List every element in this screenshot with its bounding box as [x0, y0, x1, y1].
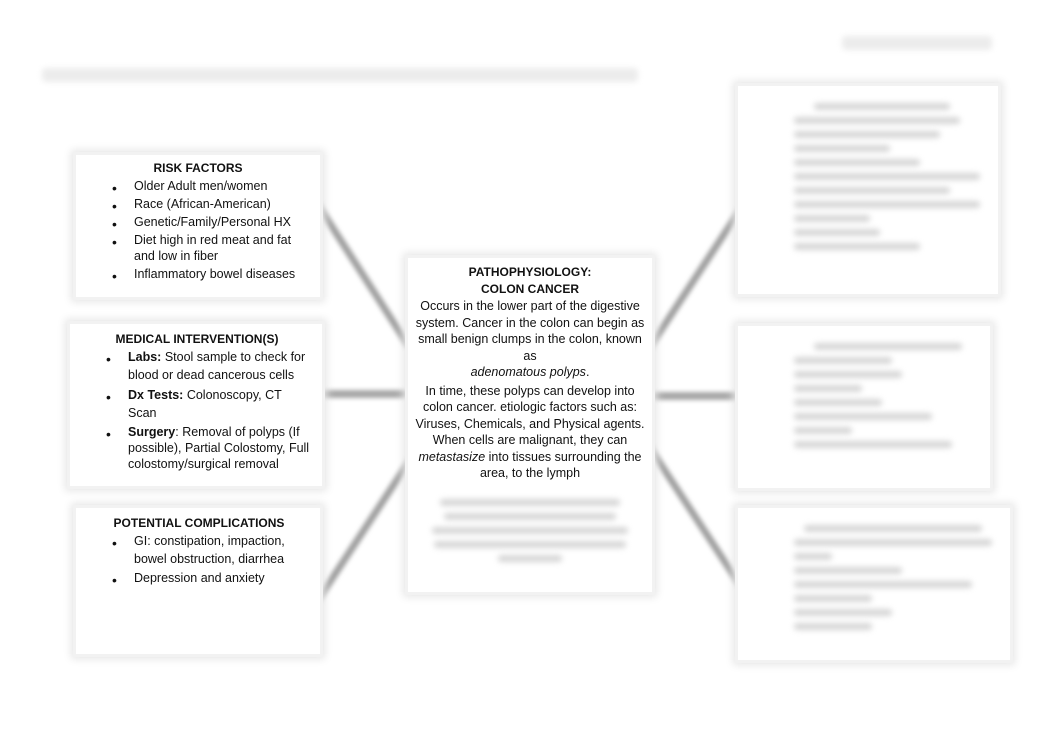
list-item: • Dx Tests: Colonoscopy, CT Scan [106, 388, 282, 420]
bullet-icon: • [106, 351, 111, 367]
risk-factors-title: RISK FACTORS [153, 161, 243, 175]
right-box-middle [738, 326, 990, 488]
pathophysiology-paragraph-1: Occurs in the lower part of the digestiv… [415, 299, 645, 379]
bullet-icon: • [106, 426, 111, 442]
bullet-icon: • [112, 535, 117, 551]
list-item: • Genetic/Family/Personal HX [112, 215, 292, 232]
bullet-icon: • [112, 180, 117, 196]
complications-box: POTENTIAL COMPLICATIONS • GI: constipatio… [76, 508, 320, 654]
list-item: • Surgery: Removal of polyps (If possible… [106, 425, 310, 471]
medical-interventions-title: MEDICAL INTERVENTION(S) [115, 332, 279, 346]
right-box-bottom [738, 508, 1010, 660]
bullet-icon: • [112, 572, 117, 588]
arrow-risk-factors [314, 201, 412, 349]
list-item: • Labs: Stool sample to check for blood o… [106, 350, 306, 382]
list-item: • Diet high in red meat and fat and low i… [112, 233, 292, 263]
redacted-content [794, 343, 972, 448]
redacted-continuation [414, 482, 646, 562]
complications-list: • GI: constipation, impaction, bowel obst… [112, 532, 310, 588]
redacted-content [794, 525, 992, 630]
arrow-right-bottom [644, 441, 744, 589]
bullet-icon: • [112, 216, 117, 232]
disease-title: COLON CANCER [481, 282, 579, 296]
pathophysiology-paragraph-2: In time, these polyps can develop into c… [415, 383, 645, 481]
risk-factors-box: RISK FACTORS • Older Adult men/women • Rac… [76, 155, 320, 297]
bullet-icon: • [112, 234, 117, 250]
complications-title: POTENTIAL COMPLICATIONS [113, 516, 285, 530]
bullet-icon: • [106, 389, 111, 405]
risk-factors-list: • Older Adult men/women • Race (African-Am… [112, 178, 310, 284]
bullet-icon: • [112, 198, 117, 214]
pathophysiology-title: PATHOPHYSIOLOGY: [468, 265, 592, 279]
bullet-icon: • [112, 268, 117, 284]
pathophysiology-box: PATHOPHYSIOLOGY: COLON CANCER Occurs in … [408, 258, 652, 592]
redacted-content [794, 103, 980, 250]
list-item: • Race (African-American) [112, 197, 271, 214]
medical-interventions-list: • Labs: Stool sample to check for blood o… [106, 348, 312, 472]
list-item: • Depression and anxiety [112, 571, 265, 588]
list-item: • GI: constipation, impaction, bowel obst… [112, 534, 285, 566]
list-item: • Inflammatory bowel diseases [112, 267, 296, 284]
arrow-complications [314, 456, 414, 604]
list-item: • Older Adult men/women [112, 179, 268, 196]
arrow-right-top [644, 206, 744, 354]
right-box-top [738, 86, 998, 294]
medical-interventions-box: MEDICAL INTERVENTION(S) • Labs: Stool sam… [70, 324, 322, 486]
